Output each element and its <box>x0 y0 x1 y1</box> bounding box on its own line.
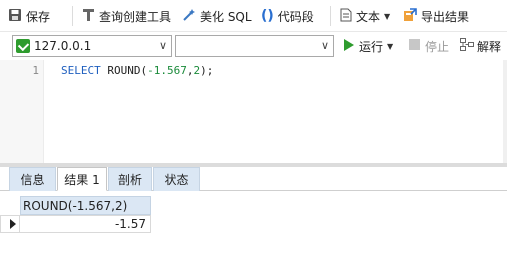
magic-wand-icon <box>182 8 196 25</box>
beautify-sql-label: 美化 SQL <box>200 9 252 24</box>
toolbar-divider <box>330 6 331 26</box>
explain-icon <box>460 38 474 54</box>
sql-editor[interactable]: 1 SELECT ROUND(-1.567,2); <box>0 60 507 163</box>
save-label: 保存 <box>26 9 51 24</box>
editor-scrollbar[interactable] <box>503 60 507 163</box>
explain-button[interactable]: 解释 <box>460 38 501 54</box>
connection-host: 127.0.0.1 <box>34 39 92 53</box>
play-icon <box>343 38 354 54</box>
column-header[interactable]: ROUND(-1.567,2) <box>20 196 151 215</box>
chevron-down-icon: ∨ <box>320 39 329 52</box>
database-select[interactable]: ∨ <box>175 35 334 57</box>
connection-icon <box>16 39 30 53</box>
code-snippet-label: 代码段 <box>277 9 314 24</box>
sql-keyword: SELECT <box>61 64 101 77</box>
tab-profile[interactable]: 剖析 <box>108 167 152 191</box>
column-header-label: ROUND(-1.567,2) <box>23 198 128 213</box>
export-result-button[interactable]: 导出结果 <box>403 6 469 26</box>
line-number-gutter: 1 <box>0 60 44 163</box>
result-tabs: 信息 结果 1 剖析 状态 <box>0 167 507 191</box>
query-builder-button[interactable]: 查询创建工具 <box>82 6 171 26</box>
tab-label: 剖析 <box>117 173 142 187</box>
export-result-label: 导出结果 <box>421 9 470 24</box>
cell-value: -1.57 <box>114 217 146 231</box>
grid-corner <box>0 196 20 215</box>
export-icon <box>403 7 417 25</box>
toolbar-divider <box>72 6 73 26</box>
caret-down-icon: ▼ <box>384 11 391 21</box>
parentheses-icon: () <box>261 8 274 24</box>
sql-punctuation: ); <box>200 64 214 77</box>
stop-icon <box>409 39 420 53</box>
caret-down-icon: ▼ <box>387 41 394 51</box>
query-builder-label: 查询创建工具 <box>99 9 172 24</box>
current-row-indicator-icon[interactable] <box>0 215 20 233</box>
main-toolbar: 保存 查询创建工具 美化 SQL () 代码段 文本 ▼ 导出结果 <box>0 0 507 32</box>
connection-bar: 127.0.0.1 ∨ ∨ 运行 ▼ 停止 解释 <box>0 32 507 60</box>
tab-status[interactable]: 状态 <box>153 167 200 191</box>
sql-function: ROUND( <box>107 64 148 77</box>
text-mode-dropdown[interactable]: 文本 ▼ <box>340 6 390 26</box>
run-button[interactable]: 运行 ▼ <box>343 38 393 54</box>
tab-result-1[interactable]: 结果 1 <box>57 167 107 191</box>
line-number: 1 <box>32 64 39 77</box>
query-builder-icon <box>82 8 95 25</box>
text-mode-label: 文本 <box>356 9 381 24</box>
explain-label: 解释 <box>477 39 502 54</box>
save-icon <box>8 8 22 25</box>
code-snippet-button[interactable]: () 代码段 <box>261 6 314 26</box>
chevron-down-icon: ∨ <box>158 39 167 52</box>
stop-label: 停止 <box>425 39 450 54</box>
result-grid: ROUND(-1.567,2) -1.57 <box>0 192 507 259</box>
beautify-sql-button[interactable]: 美化 SQL <box>182 6 252 26</box>
sql-punctuation: , <box>186 64 194 77</box>
document-icon <box>340 8 352 25</box>
sql-code-line[interactable]: SELECT ROUND(-1.567,2); <box>61 64 213 77</box>
stop-button[interactable]: 停止 <box>409 38 449 54</box>
run-label: 运行 <box>359 39 384 54</box>
table-cell[interactable]: -1.57 <box>20 215 151 233</box>
save-button[interactable]: 保存 <box>8 6 50 26</box>
tab-label: 状态 <box>164 173 189 187</box>
tab-label: 结果 1 <box>64 172 100 187</box>
connection-select[interactable]: 127.0.0.1 ∨ <box>12 35 172 57</box>
tab-info[interactable]: 信息 <box>9 167 56 191</box>
tab-label: 信息 <box>20 173 45 187</box>
sql-number: -1.567 <box>147 64 187 77</box>
